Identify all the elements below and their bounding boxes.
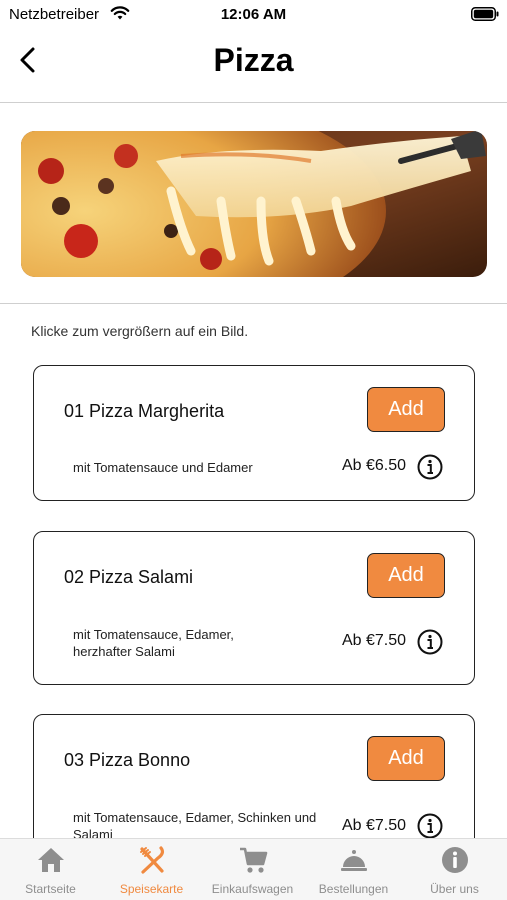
nav-bar: Pizza: [0, 30, 507, 103]
add-button[interactable]: Add: [367, 553, 445, 598]
tab-einkaufswagen[interactable]: Einkaufswagen: [202, 839, 303, 900]
cart-icon: [240, 847, 268, 873]
item-price: Ab €7.50: [341, 632, 406, 649]
tab-ueber-uns[interactable]: Über uns: [404, 839, 505, 900]
cloche-icon: [341, 850, 367, 871]
info-circle-icon: [442, 847, 468, 873]
battery-icon: [471, 7, 499, 21]
item-price: Ab €6.50: [341, 457, 406, 474]
tab-label: Über uns: [430, 882, 479, 896]
item-name: 01 Pizza Margherita: [64, 401, 225, 421]
clock: 12:06 AM: [220, 6, 287, 23]
menu-item-card[interactable]: 01 Pizza Margherita Add mit Tomatensauce…: [33, 365, 475, 501]
item-name: 02 Pizza Salami: [64, 567, 194, 587]
fork-knife-icon: [140, 846, 165, 874]
section-divider: [0, 303, 507, 304]
add-button[interactable]: Add: [367, 387, 445, 432]
tab-label: Speisekarte: [119, 882, 184, 896]
info-icon[interactable]: [417, 813, 443, 839]
tab-label: Startseite: [25, 882, 76, 896]
home-icon: [38, 848, 64, 872]
tab-bestellungen[interactable]: Bestellungen: [303, 839, 404, 900]
item-description: mit Tomatensauce und Edamer: [73, 460, 253, 475]
info-icon[interactable]: [417, 454, 443, 480]
hint-text: Klicke zum vergrößern auf ein Bild.: [31, 323, 249, 339]
menu-item-card[interactable]: 02 Pizza Salami Add mit Tomatensauce, Ed…: [33, 531, 475, 685]
tab-label: Einkaufswagen: [211, 882, 294, 896]
item-price: Ab €7.50: [341, 817, 406, 834]
tab-speisekarte[interactable]: Speisekarte: [101, 839, 202, 900]
add-button[interactable]: Add: [367, 736, 445, 781]
pizza-banner-image[interactable]: [21, 131, 487, 277]
tab-bar: Startseite Speisekarte Einkaufswagen Bes…: [0, 838, 507, 900]
item-description: mit Tomatensauce, Edamer, herzhafter Sal…: [73, 627, 234, 659]
tab-label: Bestellungen: [318, 882, 389, 896]
page-title: Pizza: [213, 42, 294, 78]
item-name: 03 Pizza Bonno: [64, 750, 191, 770]
tab-startseite[interactable]: Startseite: [0, 839, 101, 900]
info-icon[interactable]: [417, 629, 443, 655]
status-bar: Netzbetreiber 12:06 AM: [0, 0, 507, 30]
